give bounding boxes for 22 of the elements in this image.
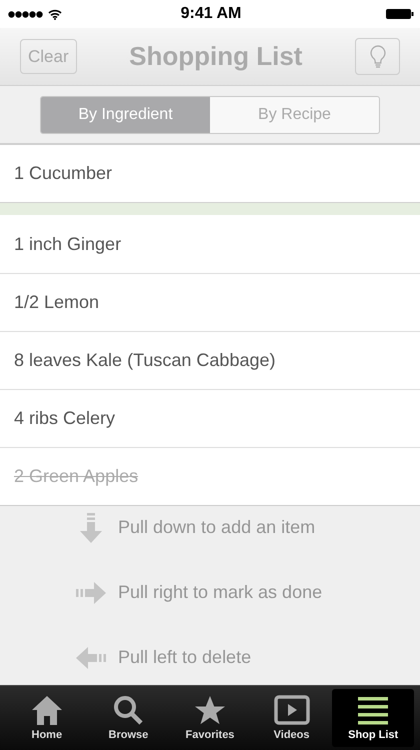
list-icon xyxy=(358,695,388,725)
hint-text: Pull right to mark as done xyxy=(118,582,322,603)
status-time: 9:41 AM xyxy=(180,5,242,23)
tab-bar-item[interactable]: Videos xyxy=(250,689,332,747)
right-arrow-icon xyxy=(76,580,106,604)
tab-bar-item[interactable]: Shop List xyxy=(332,689,414,747)
tab-bar-item[interactable]: Favorites xyxy=(169,689,251,747)
hint-text: Pull left to delete xyxy=(118,647,252,668)
page-title: Shopping List xyxy=(129,41,302,72)
battery-icon xyxy=(386,9,414,19)
tab-bar-item[interactable]: Browse xyxy=(88,689,170,747)
tab-bar-item[interactable]: Home xyxy=(6,689,88,747)
search-icon xyxy=(113,695,144,725)
lightbulb-icon xyxy=(370,44,386,68)
star-icon xyxy=(194,695,226,725)
wifi-icon xyxy=(48,8,62,20)
tips-button[interactable] xyxy=(355,38,400,75)
video-icon xyxy=(274,695,310,725)
signal-icon xyxy=(8,10,44,18)
hint-text: Pull down to add an item xyxy=(118,517,316,538)
left-arrow-icon xyxy=(76,646,106,670)
home-icon xyxy=(30,695,63,725)
